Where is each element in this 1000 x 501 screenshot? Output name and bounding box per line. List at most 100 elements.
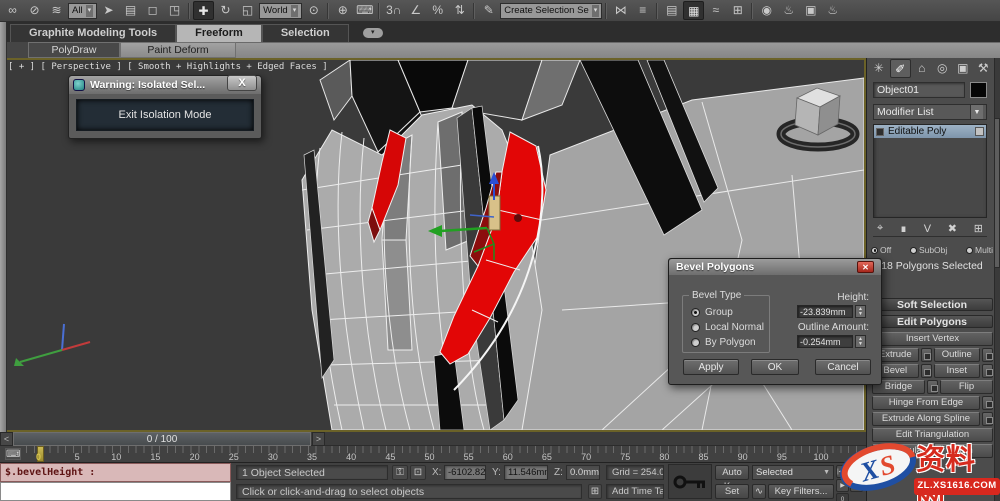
use-pivot-point-center-icon[interactable]: ⊙ <box>303 1 324 20</box>
time-tag-icon[interactable]: ⊞ <box>588 484 602 499</box>
named-selection-set-dropdown[interactable]: Create Selection Se ▾ <box>500 2 603 19</box>
window-crossing-toggle-icon[interactable]: ◳ <box>164 1 185 20</box>
auto-key-button[interactable]: Auto Key <box>715 465 749 492</box>
outline-button[interactable]: Outline <box>933 348 980 362</box>
next-frame-arrow[interactable]: > <box>312 432 325 446</box>
object-name-field[interactable]: Object01 <box>873 82 965 98</box>
warning-close-button[interactable]: X <box>227 75 257 91</box>
panel-scrollbar-thumb[interactable] <box>994 118 1000 268</box>
reference-coordinate-dropdown[interactable]: World ▾ <box>259 2 303 19</box>
modifier-list-dropdown[interactable]: Modifier List ▼ <box>873 104 987 120</box>
select-by-name-icon[interactable]: ▤ <box>120 1 141 20</box>
preview-selection-off[interactable]: Off <box>871 245 891 255</box>
tab-freeform[interactable]: Freeform <box>176 24 262 42</box>
show-end-result-icon[interactable]: ∎ <box>900 222 907 235</box>
ribbon-minimize-button[interactable]: ▾ <box>362 28 383 38</box>
rendered-frame-window-icon[interactable]: ▣ <box>800 1 821 20</box>
subtab-paint-deform[interactable]: Paint Deform <box>120 42 236 58</box>
set-keys-button[interactable] <box>668 464 712 499</box>
insert-vertex-button[interactable]: Insert Vertex <box>872 332 993 346</box>
bevel-type-local-normal[interactable]: Local Normal <box>691 322 764 333</box>
height-spinner[interactable]: ▲ ▼ <box>855 305 866 318</box>
x-coordinate-field[interactable]: -6102.82m <box>444 465 486 480</box>
warning-dialog-titlebar[interactable]: Warning: Isolated Sel... X <box>69 75 261 94</box>
mirror-icon[interactable]: ⋈ <box>610 1 631 20</box>
maxscript-mini-listener[interactable]: $.bevelHeight : <box>0 463 231 482</box>
select-and-link-icon[interactable]: ∞ <box>2 1 23 20</box>
extrude-along-spline-button[interactable]: Extrude Along Spline <box>872 412 980 426</box>
bevel-type-by-polygon[interactable]: By Polygon <box>691 337 756 348</box>
select-and-manipulate-icon[interactable]: ⊕ <box>332 1 353 20</box>
panel-scrollbar[interactable] <box>994 58 1000 501</box>
bevel-settings-button[interactable] <box>920 364 932 378</box>
remove-modifier-icon[interactable]: ✖ <box>948 222 957 235</box>
schematic-view-icon[interactable]: ⊞ <box>727 1 748 20</box>
apply-button[interactable]: Apply <box>683 359 739 375</box>
bevel-close-button[interactable]: ✕ <box>857 261 874 273</box>
select-and-move-icon[interactable]: ✚ <box>193 1 215 20</box>
spinner-snap-icon[interactable]: ⇅ <box>449 1 470 20</box>
make-unique-icon[interactable]: V <box>924 223 931 235</box>
absolute-mode-icon[interactable]: ⊡ <box>410 465 426 480</box>
maxscript-listener-input[interactable] <box>0 482 231 501</box>
bevel-dialog-titlebar[interactable]: Bevel Polygons ✕ <box>669 259 881 275</box>
rectangular-selection-region-icon[interactable]: ◻ <box>142 1 163 20</box>
layer-manager-icon[interactable]: ▤ <box>661 1 682 20</box>
modify-tab-icon[interactable]: ✐ <box>889 59 911 78</box>
edit-named-selection-sets-icon[interactable]: ✎ <box>478 1 499 20</box>
tab-selection[interactable]: Selection <box>261 24 349 42</box>
stack-item[interactable]: Editable Poly <box>874 125 986 138</box>
select-object-icon[interactable]: ➤ <box>98 1 119 20</box>
extrude-along-spline-settings-button[interactable] <box>982 412 993 426</box>
bind-to-space-warp-icon[interactable]: ≋ <box>46 1 67 20</box>
selection-lock-icon[interactable]: ⚿ <box>392 465 408 480</box>
previous-frame-arrow[interactable]: < <box>0 432 13 446</box>
hinge-from-edge-settings-button[interactable] <box>982 396 993 410</box>
cancel-button[interactable]: Cancel <box>815 359 871 375</box>
bridge-settings-button[interactable] <box>927 380 938 394</box>
angle-snap-icon[interactable]: ∠ <box>405 1 426 20</box>
outline-amount-field[interactable]: -0.254mm <box>797 335 853 348</box>
time-slider-handle[interactable]: 0 / 100 <box>13 432 311 446</box>
extrude-settings-button[interactable] <box>920 348 932 362</box>
key-filters-button[interactable]: Key Filters... <box>768 484 834 499</box>
hierarchy-tab-icon[interactable]: ⌂ <box>912 59 932 78</box>
snaps-toggle-3d-icon[interactable]: 3∩ <box>383 1 404 20</box>
timeline-icon[interactable]: ⌨ <box>5 448 21 460</box>
object-color-swatch[interactable] <box>970 82 987 98</box>
graphite-ribbon-toggle-icon[interactable]: ▦ <box>683 1 705 20</box>
soft-selection-rollout[interactable]: Soft Selection <box>871 298 993 311</box>
create-tab-icon[interactable]: ✳ <box>869 59 889 78</box>
tab-graphite-modeling-tools[interactable]: Graphite Modeling Tools <box>10 24 177 42</box>
default-in-out-tangent-button[interactable]: ∿ <box>752 484 766 499</box>
time-slider-track[interactable]: < 0 / 100 > <box>0 432 866 446</box>
render-production-icon[interactable]: ♨ <box>822 1 843 20</box>
outline-spinner[interactable]: ▲ ▼ <box>855 335 866 348</box>
edit-polygons-rollout[interactable]: Edit Polygons <box>871 315 993 328</box>
z-coordinate-field[interactable]: 0.0mm <box>566 465 600 480</box>
outline-settings-button[interactable] <box>982 348 993 362</box>
flip-button[interactable]: Flip <box>940 380 993 394</box>
modifier-stack[interactable]: Editable Poly <box>873 124 987 218</box>
viewport-label[interactable]: [ + ] [ Perspective ] [ Smooth + Highlig… <box>8 62 328 72</box>
motion-tab-icon[interactable]: ◎ <box>933 59 953 78</box>
align-icon[interactable]: ≡ <box>632 1 653 20</box>
unlink-selection-icon[interactable]: ⊘ <box>24 1 45 20</box>
add-time-tag-field[interactable]: Add Time Tag <box>606 484 664 499</box>
hinge-from-edge-button[interactable]: Hinge From Edge <box>872 396 980 410</box>
percent-snap-icon[interactable]: % <box>427 1 448 20</box>
select-and-scale-icon[interactable]: ◱ <box>237 1 258 20</box>
exit-isolation-mode-button[interactable]: Exit Isolation Mode <box>77 100 253 130</box>
timeline-ruler[interactable]: ⌨ 0 5 10 15 20 25 30 35 40 45 50 55 60 65 70 75 80 85 90 9… <box>0 446 866 463</box>
curve-editor-icon[interactable]: ≈ <box>705 1 726 20</box>
display-tab-icon[interactable]: ▣ <box>953 59 973 78</box>
subtab-polydraw[interactable]: PolyDraw <box>28 42 120 58</box>
keyboard-override-icon[interactable]: ⌨ <box>354 1 375 20</box>
selection-filter-dropdown[interactable]: All ▾ <box>68 2 98 19</box>
inset-button[interactable]: Inset <box>933 364 980 378</box>
configure-modifier-sets-icon[interactable]: ⊞ <box>974 222 983 235</box>
y-coordinate-field[interactable]: 11.546mm <box>504 465 548 480</box>
preview-selection-subobj[interactable]: SubObj <box>909 245 947 255</box>
material-editor-icon[interactable]: ◉ <box>756 1 777 20</box>
utilities-tab-icon[interactable]: ⚒ <box>974 59 994 78</box>
